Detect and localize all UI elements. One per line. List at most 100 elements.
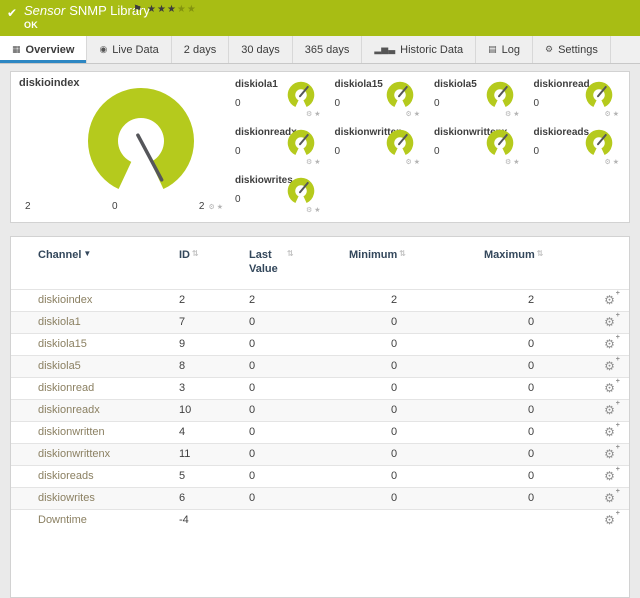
tab-live-data[interactable]: ◉Live Data (87, 36, 171, 63)
gauge-favorite-icon[interactable]: ★ (314, 207, 322, 214)
tab-settings[interactable]: ⚙Settings (533, 36, 611, 63)
gauge-favorite-icon[interactable]: ★ (613, 159, 621, 166)
channel-minimum: 0 (345, 377, 480, 399)
main-gauge-scale: 2 0 2 ⚙★ (25, 201, 225, 212)
sort-icon[interactable]: ▼ (83, 249, 91, 258)
gauge-favorite-icon[interactable]: ★ (414, 159, 422, 166)
channel-name[interactable]: diskiola5 (11, 355, 175, 377)
column-header-max[interactable]: Maximum⇅ (480, 237, 590, 289)
channel-maximum: 0 (480, 377, 590, 399)
channel-name[interactable]: diskiola1 (11, 311, 175, 333)
small-gauge-value: 0 (434, 98, 440, 109)
priority-stars[interactable]: ★★★★★ (147, 4, 197, 15)
gauge-settings-icon[interactable]: ⚙ (405, 111, 413, 118)
sort-icon[interactable]: ⇅ (192, 249, 199, 258)
channel-table: Channel▼ID⇅Last Value⇅Minimum⇅Maximum⇅ d… (11, 237, 629, 531)
tab-label: Historic Data (400, 44, 463, 56)
flag-icon[interactable]: ⚑ (133, 4, 142, 15)
channel-settings-button[interactable]: ⚙+ (604, 316, 615, 328)
tab-bar: ▦Overview◉Live Data2 days 30 days 365 days… (0, 36, 640, 64)
channel-settings-button[interactable]: ⚙+ (604, 426, 615, 438)
channel-settings-button[interactable]: ⚙+ (604, 338, 615, 350)
gauge-favorite-icon[interactable]: ★ (314, 159, 322, 166)
sort-icon[interactable]: ⇅ (537, 249, 544, 258)
priority-star-icon[interactable]: ★ (147, 4, 157, 15)
column-label: Channel (38, 249, 81, 261)
channel-actions-cell: ⚙+ (590, 355, 629, 377)
gauge-settings-icon[interactable]: ⚙ (208, 204, 216, 211)
gauge-favorite-icon[interactable]: ★ (314, 111, 322, 118)
channel-settings-button[interactable]: ⚙+ (604, 470, 615, 482)
tab-log[interactable]: ▤Log (476, 36, 533, 63)
channel-minimum: 0 (345, 443, 480, 465)
channel-settings-button[interactable]: ⚙+ (604, 382, 615, 394)
channel-name[interactable]: diskionread (11, 377, 175, 399)
gauge-favorite-icon[interactable]: ★ (513, 159, 521, 166)
tab-30-days[interactable]: 30 days (229, 36, 293, 63)
gauge-settings-icon[interactable]: ⚙ (505, 111, 513, 118)
tab-historic-data[interactable]: ▂▅▃Historic Data (362, 36, 476, 63)
channel-actions-cell: ⚙+ (590, 443, 629, 465)
plus-icon: + (616, 290, 620, 297)
table-row: diskioreads5000⚙+ (11, 465, 629, 487)
channel-maximum: 0 (480, 355, 590, 377)
channel-actions-cell: ⚙+ (590, 289, 629, 311)
channel-actions-cell: ⚙+ (590, 509, 629, 531)
channel-settings-button[interactable]: ⚙+ (604, 448, 615, 460)
gauge-favorite-icon[interactable]: ★ (217, 204, 225, 211)
gauge-settings-icon[interactable]: ⚙ (405, 159, 413, 166)
channel-settings-button[interactable]: ⚙+ (604, 404, 615, 416)
channel-actions-cell: ⚙+ (590, 399, 629, 421)
column-header-id[interactable]: ID⇅ (175, 237, 245, 289)
tab-overview[interactable]: ▦Overview (0, 36, 87, 63)
gauge-settings-icon[interactable]: ⚙ (306, 159, 314, 166)
small-gauge-value: 0 (235, 146, 241, 157)
priority-star-icon[interactable]: ★ (157, 4, 167, 15)
channel-name[interactable]: diskionreadx (11, 399, 175, 421)
channel-name[interactable]: diskionwritten (11, 421, 175, 443)
tab-2-days[interactable]: 2 days (172, 36, 229, 63)
small-gauge-label: diskiola5 (434, 79, 477, 90)
priority-star-icon[interactable]: ★ (177, 4, 187, 15)
channel-id: 8 (175, 355, 245, 377)
sort-icon[interactable]: ⇅ (399, 249, 406, 258)
column-header-channel[interactable]: Channel▼ (11, 237, 175, 289)
small-gauge-label: diskiola15 (335, 79, 383, 90)
gauge-settings-icon[interactable]: ⚙ (306, 111, 314, 118)
channel-settings-button[interactable]: ⚙+ (604, 492, 615, 504)
priority-star-icon[interactable]: ★ (167, 4, 177, 15)
priority-star-icon[interactable]: ★ (187, 4, 197, 15)
gauge-favorite-icon[interactable]: ★ (613, 111, 621, 118)
channel-minimum: 0 (345, 487, 480, 509)
tab-365-days[interactable]: 365 days (293, 36, 363, 63)
channel-minimum: 0 (345, 355, 480, 377)
gauge-settings-icon[interactable]: ⚙ (306, 207, 314, 214)
channel-settings-button[interactable]: ⚙+ (604, 514, 615, 526)
channel-name[interactable]: Downtime (11, 509, 175, 531)
channel-last-value: 0 (245, 487, 345, 509)
small-gauge-diskiola1: diskiola10⚙★ (229, 74, 329, 122)
column-header-last[interactable]: Last Value⇅ (245, 237, 345, 289)
tab-label: 30 days (241, 44, 280, 56)
channel-settings-button[interactable]: ⚙+ (604, 360, 615, 372)
gauge-favorite-icon[interactable]: ★ (513, 111, 521, 118)
plus-icon: + (616, 422, 620, 429)
gauge-settings-icon[interactable]: ⚙ (505, 159, 513, 166)
channel-name[interactable]: diskioreads (11, 465, 175, 487)
channel-name[interactable]: diskionwrittenx (11, 443, 175, 465)
small-gauge-dial (486, 81, 514, 109)
channel-name[interactable]: diskiola15 (11, 333, 175, 355)
channel-id: 3 (175, 377, 245, 399)
channel-name[interactable]: diskioindex (11, 289, 175, 311)
column-header-min[interactable]: Minimum⇅ (345, 237, 480, 289)
table-row: diskionreadx10000⚙+ (11, 399, 629, 421)
channel-maximum: 0 (480, 399, 590, 421)
sort-icon[interactable]: ⇅ (287, 249, 294, 258)
channel-name[interactable]: diskiowrites (11, 487, 175, 509)
column-label: Maximum (484, 249, 535, 261)
channel-settings-button[interactable]: ⚙+ (604, 294, 615, 306)
gauge-settings-icon[interactable]: ⚙ (604, 159, 612, 166)
gauge-settings-icon[interactable]: ⚙ (604, 111, 612, 118)
gauge-favorite-icon[interactable]: ★ (414, 111, 422, 118)
plus-icon: + (616, 488, 620, 495)
